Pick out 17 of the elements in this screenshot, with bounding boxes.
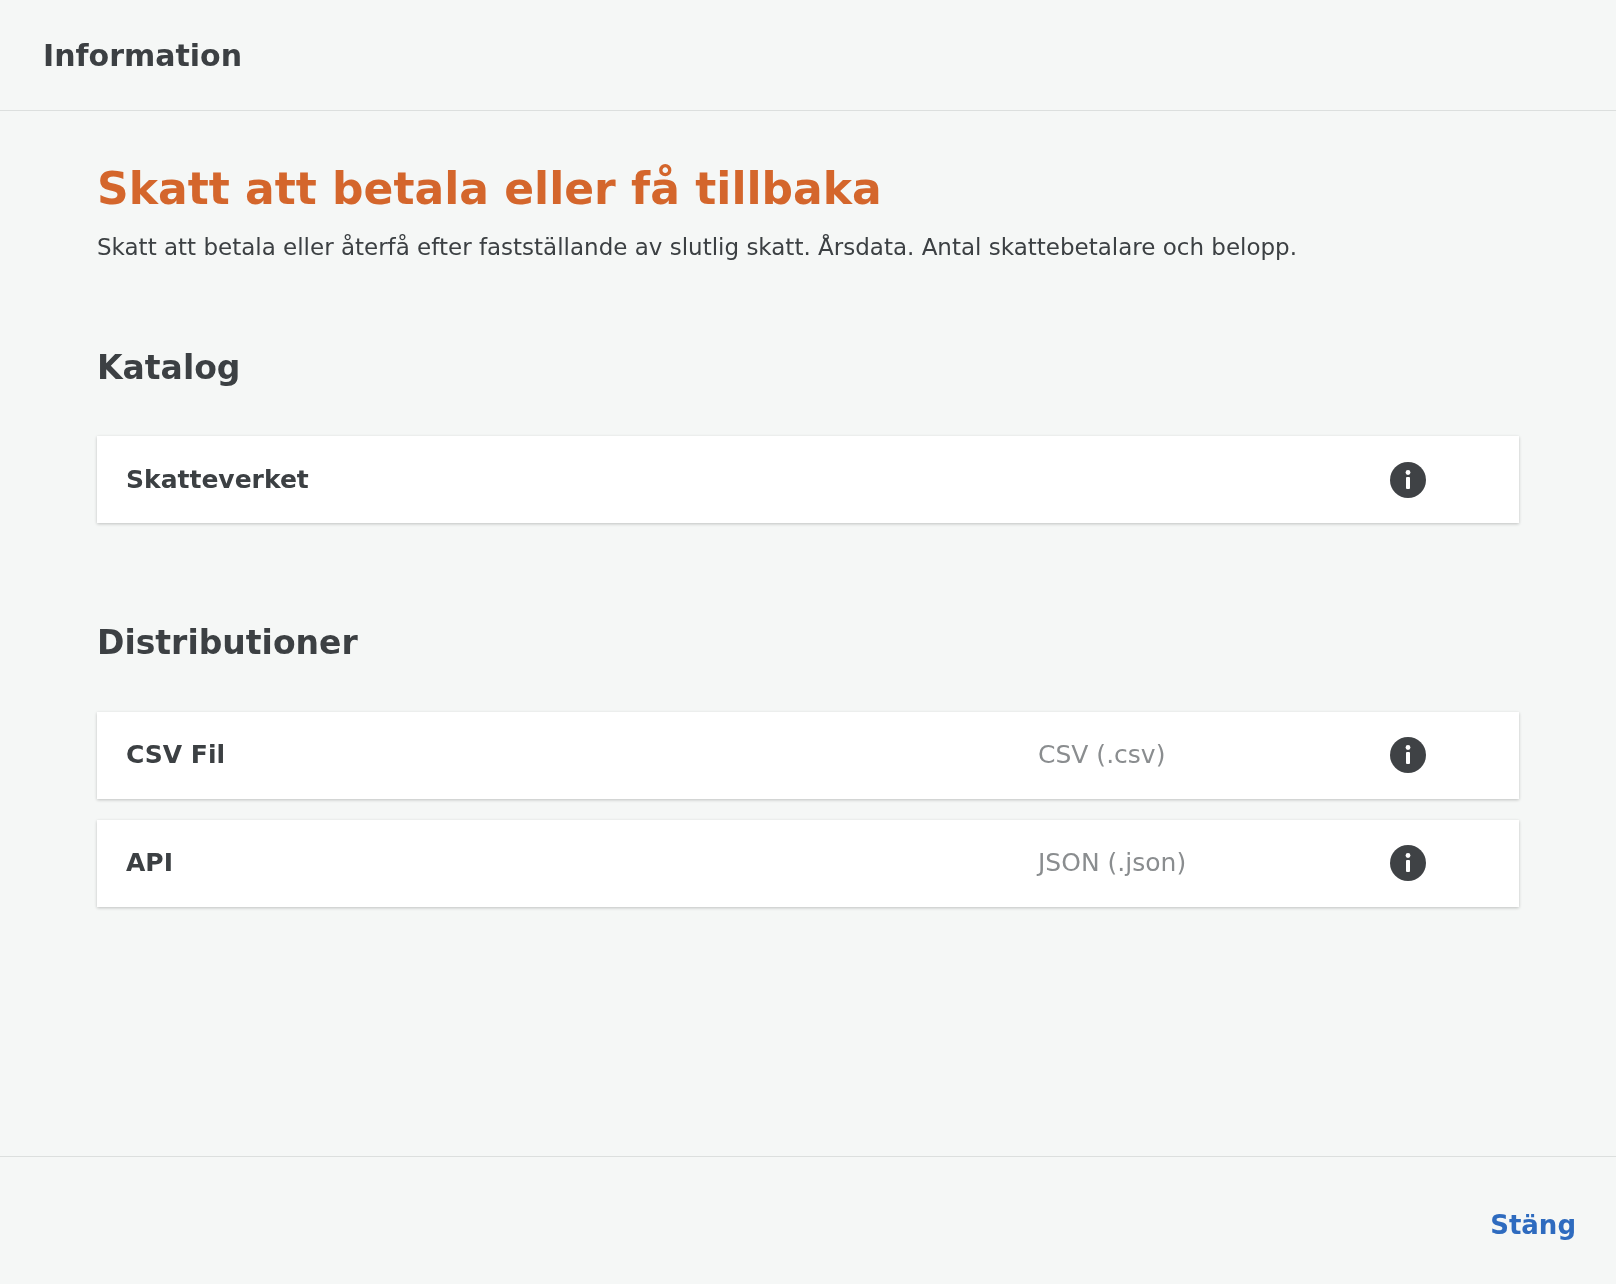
dialog-title: Information (43, 36, 243, 75)
dataset-description: Skatt att betala eller återfå efter fastställande av slutlig skatt. Årsdata. Antal skattebetalare och belopp. (97, 233, 1299, 262)
format-label: CSV (.csv) (1038, 739, 1167, 772)
dataset-title: Skatt att betala eller få tillbaka (97, 162, 883, 216)
distribution-card[interactable]: CSV Fil CSV (.csv) (97, 711, 1519, 799)
catalog-card[interactable]: Skatteverket (97, 436, 1519, 523)
info-icon[interactable] (1390, 461, 1426, 498)
item-name: CSV Fil (126, 739, 227, 772)
info-icon[interactable] (1390, 737, 1426, 773)
format-label: JSON (.json) (1038, 847, 1188, 880)
section-heading: Distributioner (97, 622, 359, 664)
info-icon[interactable] (1390, 845, 1426, 881)
distribution-card[interactable]: API JSON (.json) (97, 819, 1519, 907)
item-name: Skatteverket (126, 463, 310, 496)
item-name: API (126, 847, 174, 880)
close-button[interactable]: Stäng (1490, 1206, 1576, 1245)
section-heading: Katalog (97, 346, 242, 389)
